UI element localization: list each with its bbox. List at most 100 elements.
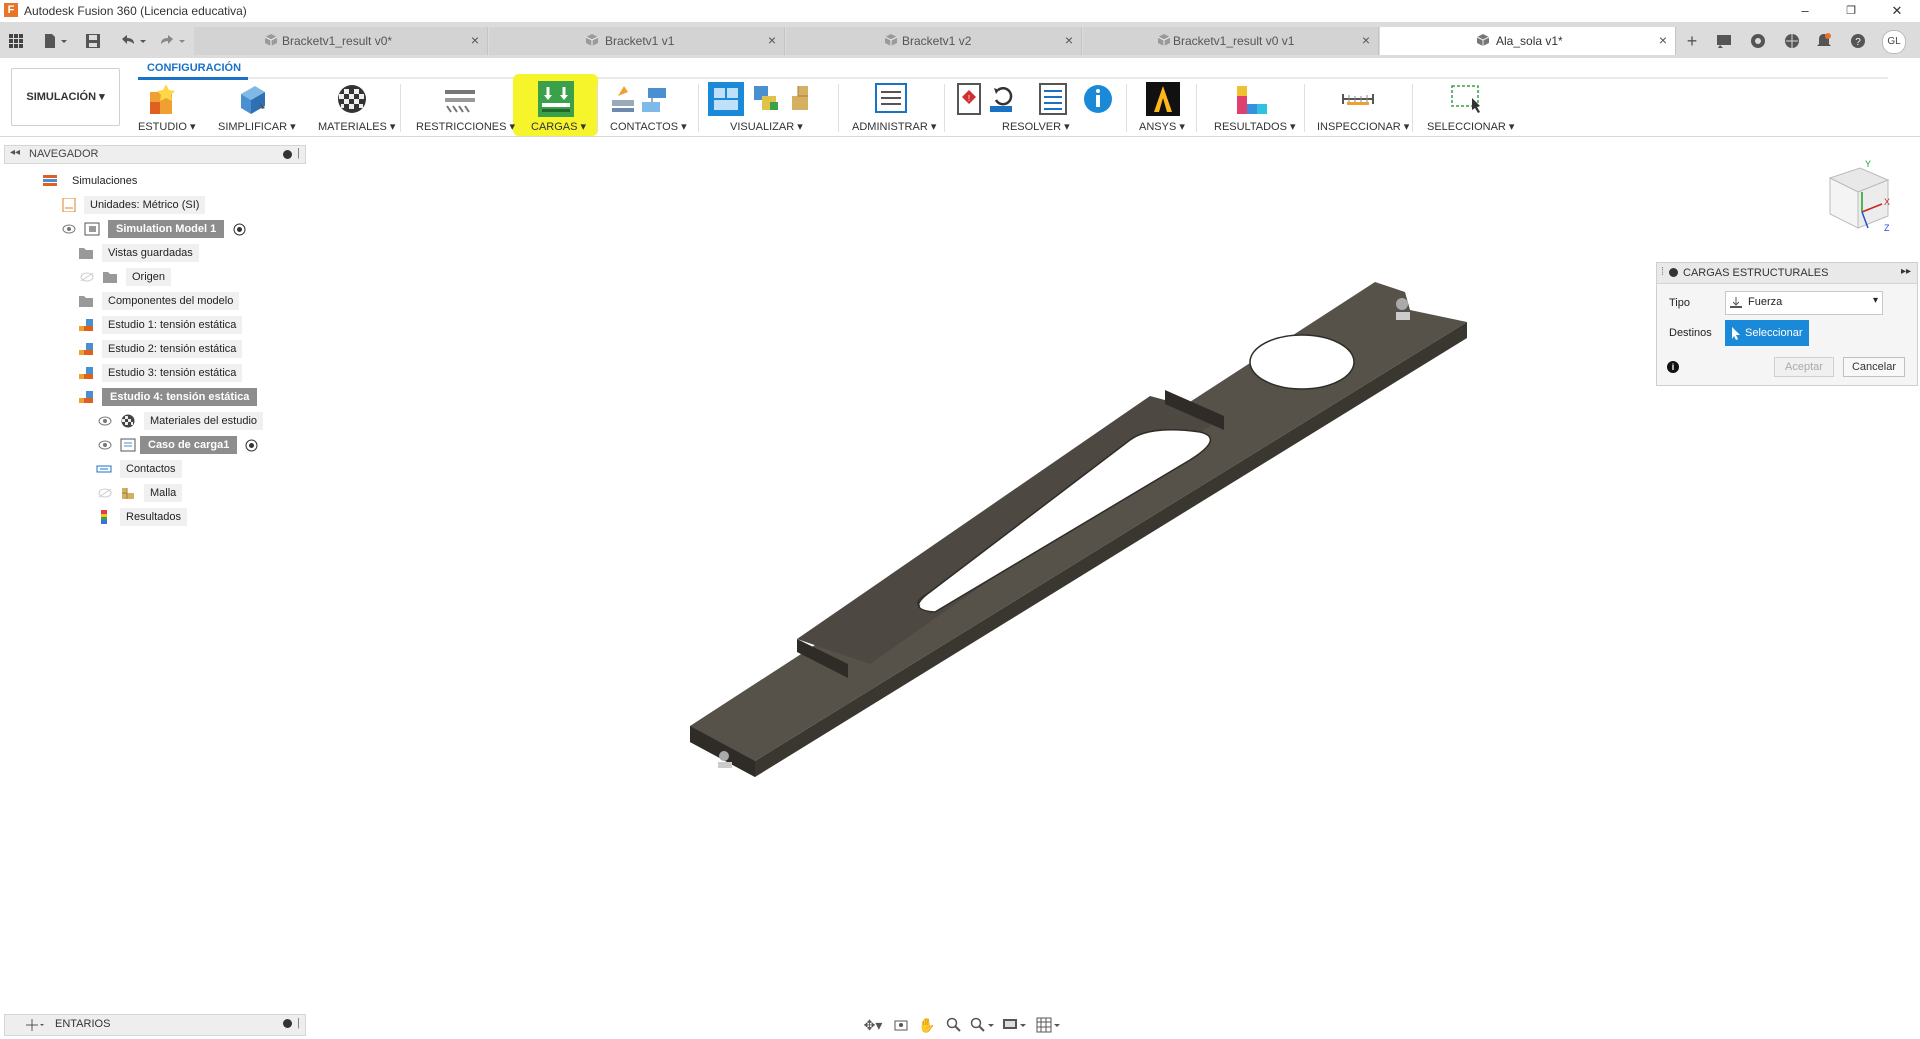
online-status-icon[interactable] xyxy=(1780,30,1804,52)
fit-zoom-icon[interactable] xyxy=(968,1014,998,1036)
tab-ala-sola-v1[interactable]: Ala_sola v1* × xyxy=(1380,27,1676,55)
add-comment-icon[interactable] xyxy=(283,1019,292,1028)
group-restricciones[interactable]: RESTRICCIONES ▾ xyxy=(416,120,515,133)
extensions-icon[interactable] xyxy=(1746,30,1770,52)
display-settings-icon[interactable] xyxy=(1000,1014,1030,1036)
visibility-eye-icon[interactable] xyxy=(98,416,112,426)
nav-item-estudio-4[interactable]: Estudio 4: tensión estática xyxy=(0,388,300,406)
hidden-eye-icon[interactable] xyxy=(98,488,112,498)
close-tab-icon[interactable]: × xyxy=(768,32,776,48)
tab-bracketv1-result-v0[interactable]: Bracketv1_result v0* × xyxy=(194,27,488,55)
pin-icon[interactable]: | xyxy=(297,147,300,159)
ansys-icon[interactable] xyxy=(1146,82,1180,116)
tab-bracketv1-v2[interactable]: Bracketv1 v2 × xyxy=(786,27,1082,55)
results-icon[interactable] xyxy=(1235,82,1269,116)
group-estudio[interactable]: ESTUDIO ▾ xyxy=(138,120,195,133)
visibility-eye-icon[interactable] xyxy=(62,224,76,234)
navigator-header[interactable]: ◂◂ NAVEGADOR | xyxy=(4,145,306,164)
close-tab-icon[interactable]: × xyxy=(1065,32,1073,48)
aceptar-button[interactable]: Aceptar xyxy=(1774,357,1834,377)
nav-item-simulaciones[interactable]: Simulaciones xyxy=(0,172,300,190)
cancelar-button[interactable]: Cancelar xyxy=(1843,357,1905,377)
constraints-icon[interactable] xyxy=(443,82,477,116)
restore-button[interactable]: ❐ xyxy=(1836,2,1866,20)
group-materiales[interactable]: MATERIALES ▾ xyxy=(318,120,395,133)
close-window-button[interactable]: ✕ xyxy=(1882,2,1912,20)
nav-item-estudio-2[interactable]: Estudio 2: tensión estática xyxy=(0,340,300,358)
close-tab-icon[interactable]: × xyxy=(1362,32,1370,48)
user-avatar[interactable]: GL xyxy=(1882,30,1906,54)
visibility-eye-icon[interactable] xyxy=(98,440,112,450)
nav-item-estudio-3[interactable]: Estudio 3: tensión estática xyxy=(0,364,300,382)
grid-settings-icon[interactable] xyxy=(1034,1014,1064,1036)
pin-icon[interactable]: | xyxy=(297,1017,300,1029)
tipo-select[interactable]: Fuerza ▾ xyxy=(1725,291,1883,315)
notifications-bell-icon[interactable] xyxy=(1812,30,1836,52)
close-tab-icon[interactable]: × xyxy=(471,32,479,48)
hidden-eye-icon[interactable] xyxy=(80,272,94,282)
app-grid-icon[interactable] xyxy=(5,30,27,52)
group-contactos[interactable]: CONTACTOS ▾ xyxy=(610,120,687,133)
file-menu-icon[interactable] xyxy=(38,30,72,52)
expand-dialog-icon[interactable]: ▸▸ xyxy=(1901,266,1911,277)
comments-bar[interactable]: ENTARIOS | xyxy=(4,1014,306,1036)
materials-icon[interactable] xyxy=(335,82,369,116)
save-icon[interactable] xyxy=(82,30,104,52)
solve-icon[interactable]: ! xyxy=(954,82,1114,116)
job-status-icon[interactable] xyxy=(1712,30,1736,52)
tab-bracketv1-v1[interactable]: Bracketv1 v1 × xyxy=(489,27,785,55)
nav-item-contactos[interactable]: Contactos xyxy=(0,460,300,478)
pan-hand-icon[interactable]: ✋ xyxy=(915,1014,939,1036)
group-administrar[interactable]: ADMINISTRAR ▾ xyxy=(852,120,936,133)
collapse-left-icon[interactable]: ◂◂ xyxy=(10,147,20,158)
redo-icon[interactable] xyxy=(155,30,189,52)
nav-item-malla[interactable]: Malla xyxy=(0,484,300,502)
active-radio-icon[interactable] xyxy=(245,439,258,452)
simplify-icon[interactable] xyxy=(235,82,269,116)
zoom-icon[interactable] xyxy=(942,1014,966,1036)
minimize-button[interactable]: – xyxy=(1790,2,1820,20)
undo-icon[interactable] xyxy=(116,30,150,52)
study-icon[interactable] xyxy=(146,82,180,116)
group-visualizar[interactable]: VISUALIZAR ▾ xyxy=(730,120,803,133)
group-resolver[interactable]: RESOLVER ▾ xyxy=(1002,120,1070,133)
group-inspeccionar[interactable]: INSPECCIONAR ▾ xyxy=(1317,120,1409,133)
tab-configuracion[interactable]: CONFIGURACIÓN xyxy=(140,59,248,79)
nav-item-componentes[interactable]: Componentes del modelo xyxy=(0,292,300,310)
comments-icon[interactable] xyxy=(25,1018,45,1032)
seleccionar-button[interactable]: Seleccionar xyxy=(1725,320,1809,346)
tab-bracketv1-result-v0-v1[interactable]: Bracketv1_result v0 v1 × xyxy=(1083,27,1379,55)
navigator-options-icon[interactable] xyxy=(283,150,292,159)
nav-item-estudio-1[interactable]: Estudio 1: tensión estática xyxy=(0,316,300,334)
look-at-icon[interactable] xyxy=(889,1014,913,1036)
active-radio-icon[interactable] xyxy=(233,223,246,236)
group-seleccionar[interactable]: SELECCIONAR ▾ xyxy=(1427,120,1514,133)
group-simplificar[interactable]: SIMPLIFICAR ▾ xyxy=(218,120,296,133)
group-ansys[interactable]: ANSYS ▾ xyxy=(1139,120,1185,133)
nav-item-resultados[interactable]: Resultados xyxy=(0,508,300,526)
inspect-icon[interactable] xyxy=(1341,82,1375,116)
close-tab-icon[interactable]: × xyxy=(1659,32,1667,48)
manage-icon[interactable] xyxy=(874,82,908,116)
workspace-switcher[interactable]: SIMULACIÓN ▾ xyxy=(11,68,120,126)
contacts-icon[interactable] xyxy=(608,82,672,116)
loads-icon[interactable] xyxy=(538,81,574,117)
nav-item-materiales-estudio[interactable]: Materiales del estudio xyxy=(0,412,300,430)
group-cargas[interactable]: CARGAS ▾ xyxy=(531,120,586,133)
help-icon[interactable]: ? xyxy=(1846,30,1870,52)
display-icon[interactable] xyxy=(706,82,826,116)
select-icon[interactable] xyxy=(1450,82,1484,116)
document-cube-icon xyxy=(1157,34,1171,46)
orbit-icon[interactable]: ✥▾ xyxy=(858,1014,888,1036)
nav-item-vistas-guardadas[interactable]: Vistas guardadas xyxy=(0,244,300,262)
nav-item-caso-carga[interactable]: Caso de carga1 xyxy=(0,436,300,454)
nav-item-simulation-model[interactable]: Simulation Model 1 xyxy=(0,220,300,238)
nav-item-origen[interactable]: Origen xyxy=(0,268,300,286)
new-tab-plus-icon[interactable]: + xyxy=(1680,30,1704,52)
info-icon[interactable]: i xyxy=(1667,361,1679,373)
nav-item-unidades[interactable]: Unidades: Métrico (SI) xyxy=(0,196,300,214)
drag-handle-icon[interactable]: ⁞ xyxy=(1661,266,1664,278)
bracket-3d-model[interactable] xyxy=(680,270,1480,790)
group-resultados[interactable]: RESULTADOS ▾ xyxy=(1214,120,1296,133)
viewcube[interactable]: Y X Z xyxy=(1818,158,1898,238)
